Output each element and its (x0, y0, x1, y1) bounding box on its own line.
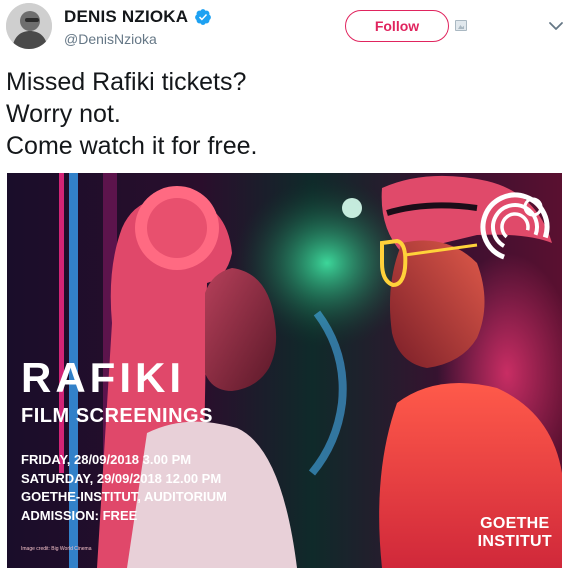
display-name[interactable]: DENIS NZIOKA (64, 7, 188, 27)
image-credit: Image credit: Big World Cinema (21, 546, 92, 552)
verified-badge-icon (195, 9, 212, 25)
poster-title: RAFIKI (21, 354, 185, 401)
tweet-line: Worry not. (6, 100, 121, 128)
poster-detail-line: FRIDAY, 28/09/2018 3.00 PM (21, 452, 192, 467)
chevron-down-icon[interactable] (548, 20, 564, 32)
follow-button[interactable]: Follow (345, 10, 449, 42)
brand-line: INSTITUT (477, 533, 552, 550)
avatar[interactable] (6, 3, 52, 49)
poster-subtitle: FILM SCREENINGS (21, 405, 213, 427)
tweet-text: Missed Rafiki tickets? Worry not. Come w… (6, 66, 556, 162)
poster-detail-line: GOETHE-INSTITUT, AUDITORIUM (21, 489, 227, 504)
goethe-institut-logo-icon (480, 192, 550, 262)
poster-details: FRIDAY, 28/09/2018 3.00 PM SATURDAY, 29/… (21, 451, 227, 525)
brand-line: GOETHE (480, 515, 550, 532)
poster-detail-line: ADMISSION: FREE (21, 507, 138, 523)
broken-image-icon (455, 20, 467, 31)
tweet-line: Come watch it for free. (6, 132, 258, 160)
poster-detail-line: SATURDAY, 29/09/2018 12.00 PM (21, 470, 222, 486)
tweet-media-image[interactable]: RAFIKI FILM SCREENINGS FRIDAY, 28/09/201… (7, 173, 562, 568)
user-handle[interactable]: @DenisNzioka (64, 31, 157, 47)
tweet-line: Missed Rafiki tickets? (6, 68, 247, 96)
goethe-wordmark: GOETHE INSTITUT (478, 515, 552, 551)
user-name-row[interactable]: DENIS NZIOKA (64, 7, 212, 27)
